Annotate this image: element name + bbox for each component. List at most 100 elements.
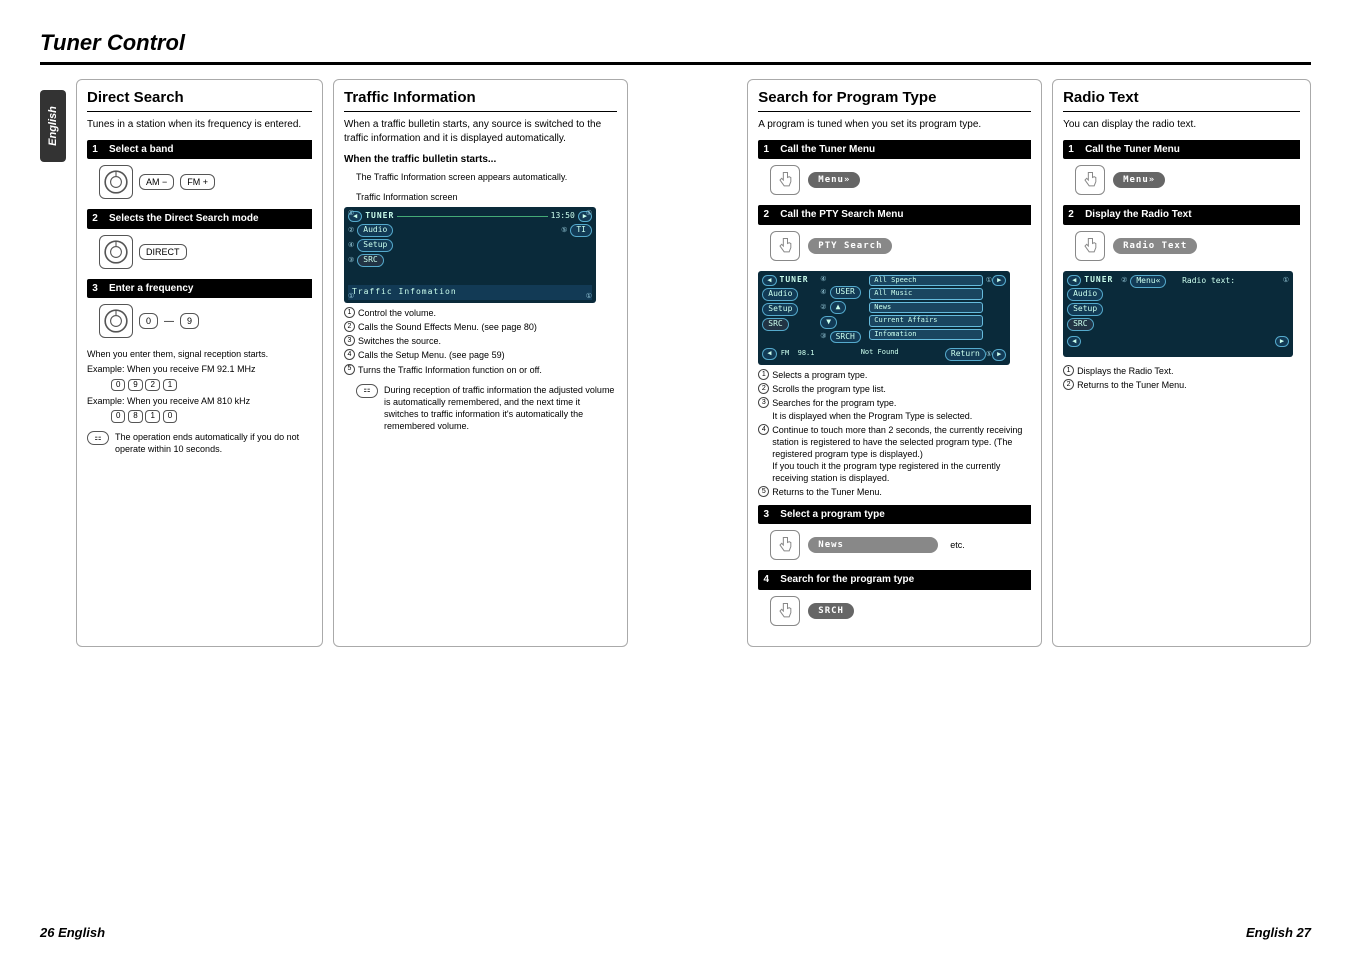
screen-src-button[interactable]: SRC [762, 318, 788, 331]
screen-src-button[interactable]: SRC [1067, 318, 1093, 331]
list-item: 1Displays the Radio Text. [1063, 365, 1300, 377]
step-number: 1 [1063, 140, 1079, 160]
list-item: 3Switches the source. [344, 335, 617, 347]
step-label: Select a band [103, 140, 312, 160]
step-number: 2 [1063, 205, 1079, 225]
radio-text-screen: ◀TUNER Audio Setup SRC ②Menu« Radio text… [1063, 271, 1293, 357]
srch-button[interactable]: SRCH [808, 603, 854, 619]
section-radio-text: Radio Text You can display the radio tex… [1052, 79, 1311, 647]
traffic-screen: ① ⑤ ◀TUNER13:50▶ ②Audio⑤TI ④Setup ③SRC T… [344, 207, 596, 303]
screen-user-button[interactable]: USER [830, 286, 861, 299]
list-item: 5Returns to the Tuner Menu. [758, 486, 1031, 498]
pty-item[interactable]: News [869, 302, 983, 313]
keyseq-key: 0 [111, 410, 125, 423]
touch-icon [770, 530, 800, 560]
screen-band: FM [781, 349, 789, 357]
screen-menu-button[interactable]: Menu« [1130, 275, 1166, 288]
list-item: 1Control the volume. [344, 307, 617, 319]
marker-4: ④ [348, 241, 354, 250]
screen-setup-button[interactable]: Setup [762, 303, 798, 316]
dash-label: — [164, 315, 174, 329]
step-label: Selects the Direct Search mode [103, 209, 312, 229]
screen-tuner-label: TUNER [1084, 275, 1113, 286]
screen-setup-button[interactable]: Setup [1067, 303, 1103, 316]
key-9-button[interactable]: 9 [180, 313, 199, 329]
marker-3: ③ [820, 332, 826, 341]
step-label: Enter a frequency [103, 279, 312, 299]
marker-4: ④ [820, 275, 826, 284]
keyseq-key: 9 [128, 379, 142, 392]
list-item: 2Scrolls the program type list. [758, 383, 1031, 395]
screen-ti-button[interactable]: TI [570, 224, 592, 237]
pty-search-button[interactable]: PTY Search [808, 238, 892, 254]
section-title: Direct Search [87, 88, 312, 112]
marker-1: ① [348, 209, 354, 218]
screen-down-button[interactable]: ▼ [820, 316, 837, 329]
step-number: 3 [758, 505, 774, 525]
step-label: Call the Tuner Menu [1079, 140, 1300, 160]
screen-status: Not Found [861, 348, 899, 361]
screen-caption: Traffic Information screen [356, 191, 617, 203]
list-item: 3Searches for the program type. It is di… [758, 397, 1031, 421]
screen-up-button[interactable]: ▲ [830, 301, 847, 314]
screen-setup-button[interactable]: Setup [357, 239, 393, 252]
marker-br: ① [586, 292, 592, 301]
callout-list: 1Control the volume. 2Calls the Sound Ef… [344, 307, 617, 376]
step-2: 2 Call the PTY Search Menu [758, 205, 1031, 225]
marker-2: ② [348, 226, 354, 235]
direct-button[interactable]: DIRECT [139, 244, 187, 260]
screen-back: ◀ [762, 275, 776, 286]
key-0-button[interactable]: 0 [139, 313, 158, 329]
touch-icon [770, 596, 800, 626]
knob-icon [99, 235, 133, 269]
menu-button[interactable]: Menu» [808, 172, 860, 188]
screen-audio-button[interactable]: Audio [762, 288, 798, 301]
pty-item[interactable]: All Music [869, 288, 983, 299]
marker-user: ④ [820, 288, 826, 297]
screen-srch-button[interactable]: SRCH [830, 331, 861, 344]
example-1: Example: When you receive FM 92.1 MHz [87, 363, 312, 375]
radio-text-button[interactable]: Radio Text [1113, 238, 1197, 254]
list-item: 5Turns the Traffic Information function … [344, 364, 617, 376]
section-traffic-info: Traffic Information When a traffic bulle… [333, 79, 628, 647]
section-direct-search: Direct Search Tunes in a station when it… [76, 79, 323, 647]
marker-2: ② [1121, 276, 1127, 285]
screen-audio-button[interactable]: Audio [1067, 288, 1103, 301]
step-number: 4 [758, 570, 774, 590]
marker-bl: ① [348, 292, 354, 301]
body-text: When you enter them, signal reception st… [87, 348, 312, 360]
chapter-title: Tuner Control [40, 30, 1311, 56]
am-button[interactable]: AM − [139, 174, 174, 190]
step-number: 1 [758, 140, 774, 160]
step-1: 1 Select a band [87, 140, 312, 160]
step-1: 1 Call the Tuner Menu [758, 140, 1031, 160]
screen-src-button[interactable]: SRC [357, 254, 383, 267]
pty-item[interactable]: Infomation [869, 329, 983, 340]
list-item: 2Returns to the Tuner Menu. [1063, 379, 1300, 391]
marker-ti: ⑤ [561, 226, 567, 235]
touch-icon [770, 231, 800, 261]
list-item: 1Selects a program type. [758, 369, 1031, 381]
step-4: 4 Search for the program type [758, 570, 1031, 590]
pty-item[interactable]: All Speech [869, 275, 983, 286]
step-2: 2 Selects the Direct Search mode [87, 209, 312, 229]
screen-return-button[interactable]: Return [945, 348, 986, 361]
pty-screen: ◀TUNER Audio Setup SRC ④ ④USER ②▲ ▼ [758, 271, 1010, 365]
marker-3: ③ [348, 256, 354, 265]
pty-item[interactable]: Current Affairs [869, 315, 983, 326]
language-tab-label: English [47, 106, 59, 146]
screen-audio-button[interactable]: Audio [357, 224, 393, 237]
news-button[interactable]: News [808, 537, 938, 553]
step-2: 2 Display the Radio Text [1063, 205, 1300, 225]
screen-time: 13:50 [551, 211, 575, 222]
note-text: During reception of traffic information … [384, 384, 617, 433]
traffic-banner: Traffic Infomation [348, 285, 592, 300]
menu-button[interactable]: Menu» [1113, 172, 1165, 188]
fm-button[interactable]: FM + [180, 174, 215, 190]
page-number-right: English 27 [1246, 925, 1311, 940]
chapter-rule [40, 62, 1311, 65]
etc-label: etc. [950, 539, 965, 551]
section-intro: When a traffic bulletin starts, any sour… [344, 118, 617, 145]
section-pty-search: Search for Program Type A program is tun… [747, 79, 1042, 647]
keyseq-key: 8 [128, 410, 142, 423]
